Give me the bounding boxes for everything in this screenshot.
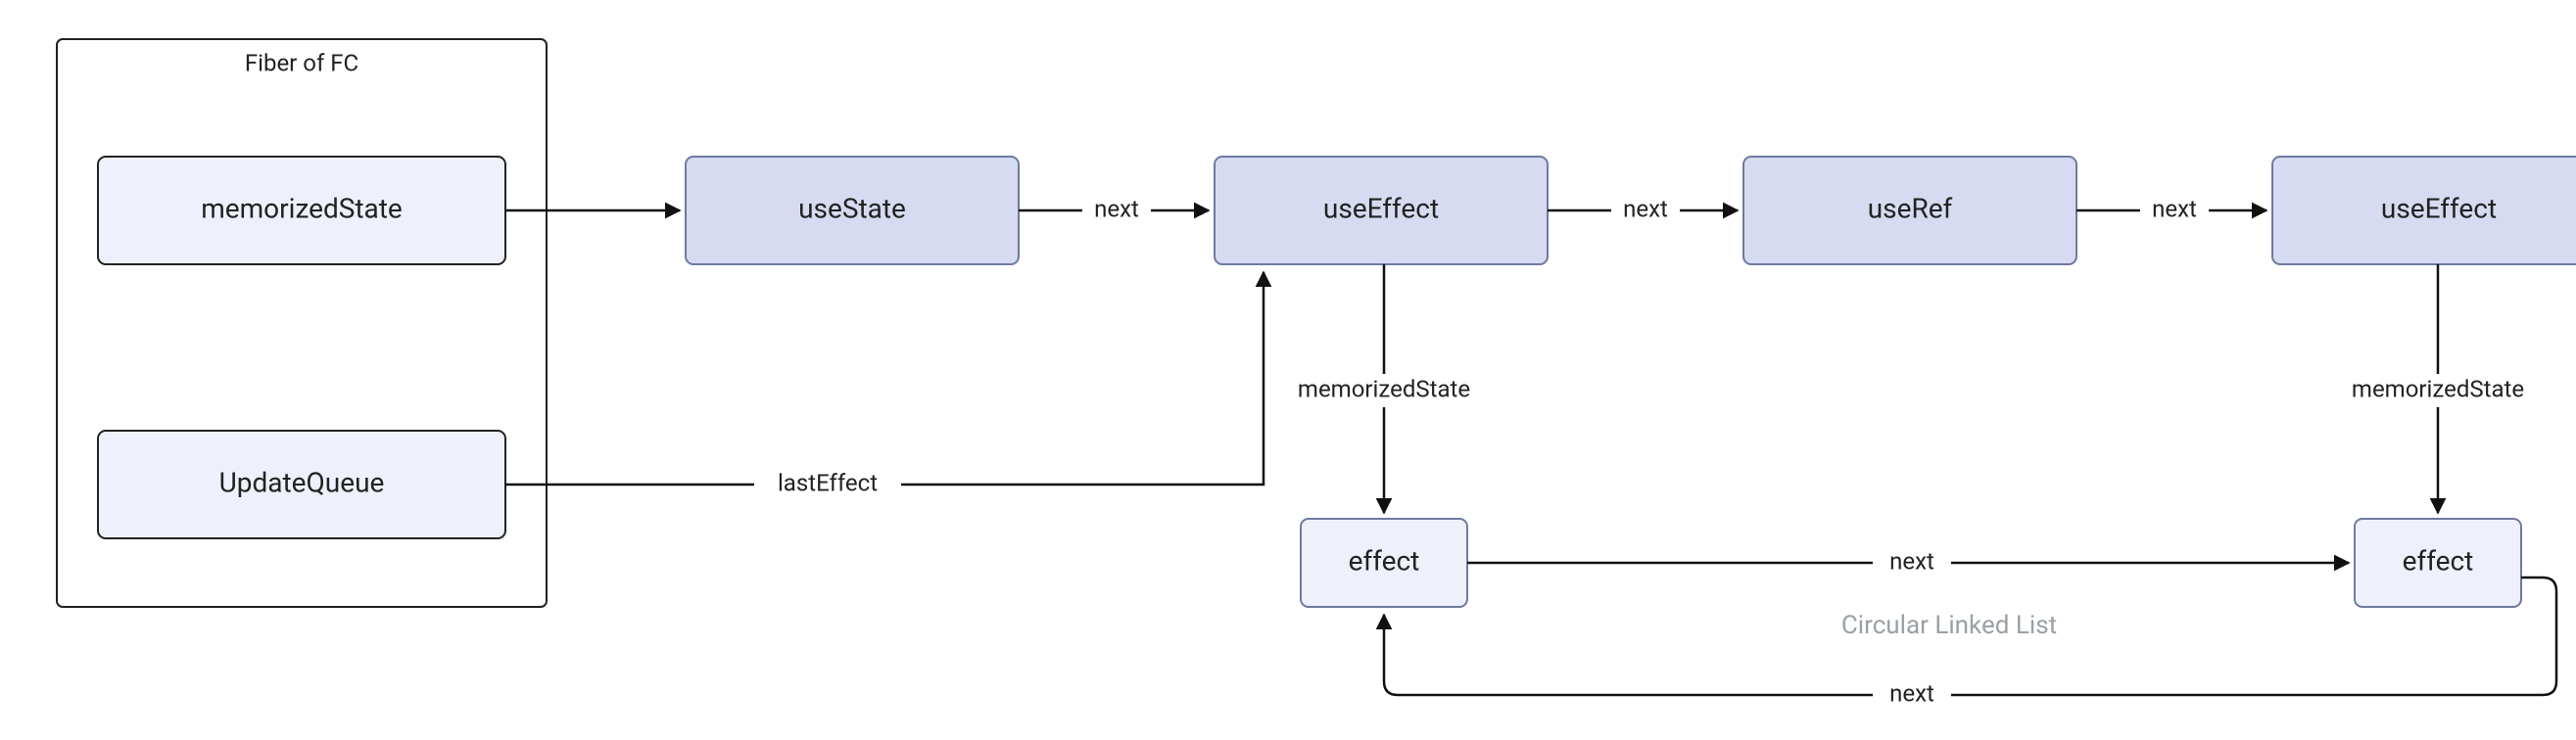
edge-next-2-label: next bbox=[1623, 195, 1668, 222]
node-effect-1-label: effect bbox=[1349, 544, 1420, 577]
node-effect-2-label: effect bbox=[2403, 544, 2474, 577]
node-useEffect-1-label: useEffect bbox=[1323, 192, 1439, 224]
node-memorizedState-label: memorizedState bbox=[201, 192, 403, 224]
edge-next-3-label: next bbox=[2152, 195, 2197, 222]
fiber-title: Fiber of FC bbox=[245, 49, 358, 76]
node-useEffect-2-label: useEffect bbox=[2381, 192, 2497, 224]
edge-mem-2-label: memorizedState bbox=[2352, 375, 2524, 402]
edge-effect-next-2-label: next bbox=[1889, 679, 1934, 707]
edge-lastEffect bbox=[505, 272, 1264, 485]
node-updateQueue-label: UpdateQueue bbox=[219, 466, 385, 498]
edge-next-1-label: next bbox=[1094, 195, 1139, 222]
edge-effect-next-1-label: next bbox=[1889, 547, 1934, 575]
diagram-canvas: Fiber of FC memorizedState UpdateQueue u… bbox=[0, 0, 2576, 740]
edge-lastEffect-label: lastEffect bbox=[778, 469, 878, 496]
node-useState-label: useState bbox=[798, 192, 906, 224]
node-useRef-label: useRef bbox=[1868, 192, 1953, 224]
edge-mem-1-label: memorizedState bbox=[1298, 375, 1470, 402]
note-circular: Circular Linked List bbox=[1841, 611, 2057, 640]
